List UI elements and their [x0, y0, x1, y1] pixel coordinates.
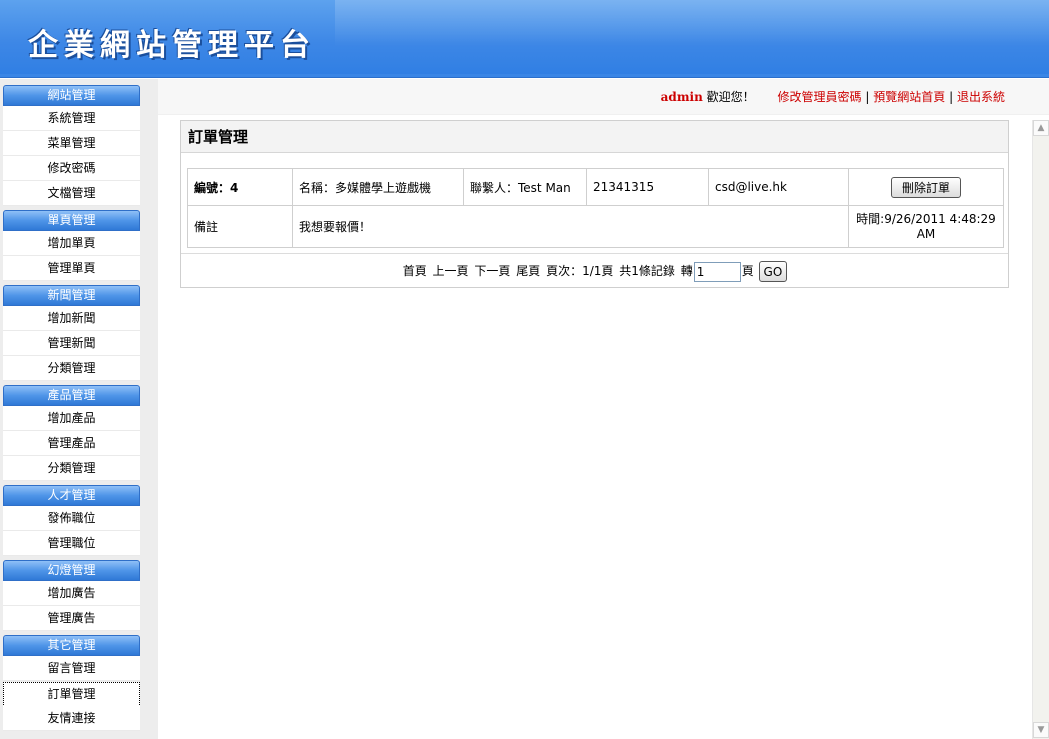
order-time-cell: 時間:9/26/2011 4:48:29 AM: [848, 205, 1004, 248]
order-phone-cell: 21341315: [586, 168, 709, 206]
scroll-up-icon[interactable]: ▲: [1033, 120, 1049, 136]
sidebar-item-add-page[interactable]: 增加單頁: [3, 231, 140, 256]
page-number-input[interactable]: [693, 261, 741, 282]
sidebar-item-add-product[interactable]: 增加產品: [3, 406, 140, 431]
link-separator: |: [865, 90, 870, 104]
pager-page-suffix: 頁: [741, 264, 754, 278]
sidebar-section-pages[interactable]: 單頁管理: [3, 210, 140, 231]
order-contact-cell: 聯繫人：Test Man: [463, 168, 587, 206]
site-logo-title: 企業網站管理平台: [28, 28, 316, 63]
link-separator: |: [949, 90, 954, 104]
sidebar-section-slides[interactable]: 幻燈管理: [3, 560, 140, 581]
sidebar-section-other[interactable]: 其它管理: [3, 635, 140, 656]
sidebar-item-documents[interactable]: 文檔管理: [3, 181, 140, 206]
sidebar-item-add-ad[interactable]: 增加廣告: [3, 581, 140, 606]
preview-home-link[interactable]: 預覽網站首頁: [873, 90, 945, 104]
pager-total-records: 共1條記錄: [619, 264, 675, 278]
order-action-cell: 刪除訂單: [848, 168, 1004, 206]
pager-first-link[interactable]: 首頁: [403, 264, 427, 278]
admin-username: admin: [660, 90, 703, 104]
header-banner: 企業網站管理平台: [0, 0, 1049, 78]
sidebar-item-post-job[interactable]: 發佈職位: [3, 506, 140, 531]
welcome-text: 歡迎您！: [706, 90, 755, 104]
pager-page-info: 頁次：1/1頁: [546, 264, 614, 278]
sidebar-section-site[interactable]: 網站管理: [3, 85, 140, 106]
pager-prev-link[interactable]: 上一頁: [433, 264, 469, 278]
go-button[interactable]: GO: [758, 261, 788, 282]
pager-goto-label: 轉: [680, 264, 693, 278]
sidebar: 網站管理 系統管理 菜單管理 修改密碼 文檔管理 單頁管理 增加單頁 管理單頁 …: [0, 79, 158, 739]
pager-next-link[interactable]: 下一頁: [474, 264, 510, 278]
pagination: 首頁 上一頁 下一頁 尾頁 頁次：1/1頁 共1條記錄 轉 頁 GO: [181, 253, 1008, 287]
order-table: 編號：4 名稱：多媒體學上遊戲機 聯繫人：Test Man 21341315 c…: [187, 168, 1004, 248]
logout-link[interactable]: 退出系統: [957, 90, 1005, 104]
sidebar-section-jobs[interactable]: 人才管理: [3, 485, 140, 506]
order-management-panel: 訂單管理 編號：4 名稱：多媒體學上遊戲機 聯繫人：Test Man 21341…: [180, 120, 1009, 288]
sidebar-section-products[interactable]: 產品管理: [3, 385, 140, 406]
sidebar-item-manage-news[interactable]: 管理新聞: [3, 331, 140, 356]
pager-last-link[interactable]: 尾頁: [516, 264, 540, 278]
sidebar-item-friend-links[interactable]: 友情連接: [3, 706, 140, 731]
sidebar-item-manage-pages[interactable]: 管理單頁: [3, 256, 140, 281]
delete-order-button[interactable]: 刪除訂單: [890, 176, 961, 198]
sidebar-item-news-categories[interactable]: 分類管理: [3, 356, 140, 381]
user-bar-links: admin 歡迎您！ 修改管理員密碼 | 預覽網站首頁 | 退出系統: [661, 88, 1005, 105]
sidebar-item-orders[interactable]: 訂單管理: [3, 682, 140, 707]
sidebar-item-manage-ads[interactable]: 管理廣告: [3, 606, 140, 631]
sidebar-item-menu[interactable]: 菜單管理: [3, 131, 140, 156]
header-gloss: [335, 0, 1049, 78]
scroll-down-icon[interactable]: ▼: [1033, 722, 1049, 738]
sidebar-item-product-categories[interactable]: 分類管理: [3, 456, 140, 481]
sidebar-section-news[interactable]: 新聞管理: [3, 285, 140, 306]
sidebar-item-password[interactable]: 修改密碼: [3, 156, 140, 181]
remark-label-cell: 備註: [187, 205, 293, 248]
order-email-cell: csd@live.hk: [708, 168, 849, 206]
sidebar-item-add-news[interactable]: 增加新聞: [3, 306, 140, 331]
table-row: 編號：4 名稱：多媒體學上遊戲機 聯繫人：Test Man 21341315 c…: [187, 168, 1004, 206]
sidebar-item-manage-jobs[interactable]: 管理職位: [3, 531, 140, 556]
page-title: 訂單管理: [181, 121, 1008, 153]
sidebar-item-system[interactable]: 系統管理: [3, 106, 140, 131]
user-bar: admin 歡迎您！ 修改管理員密碼 | 預覽網站首頁 | 退出系統: [158, 79, 1049, 115]
remark-text-cell: 我想要報價！: [292, 205, 849, 248]
vertical-scrollbar[interactable]: ▲ ▼: [1032, 120, 1049, 739]
sidebar-item-manage-products[interactable]: 管理產品: [3, 431, 140, 456]
sidebar-item-messages[interactable]: 留言管理: [3, 656, 140, 681]
order-id-cell: 編號：4: [187, 168, 293, 206]
header-divider: [0, 74, 1049, 78]
table-row: 備註 我想要報價！ 時間:9/26/2011 4:48:29 AM: [187, 205, 1004, 248]
change-password-link[interactable]: 修改管理員密碼: [778, 90, 862, 104]
order-name-cell: 名稱：多媒體學上遊戲機: [292, 168, 464, 206]
